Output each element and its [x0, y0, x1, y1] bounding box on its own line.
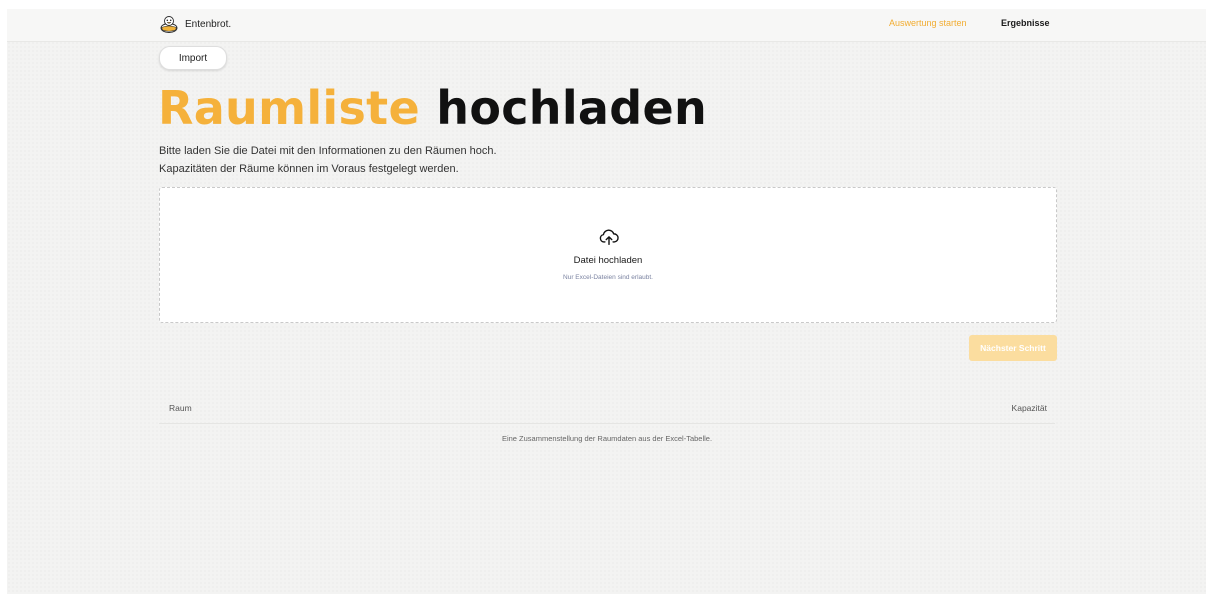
room-table: Raum Kapazität Eine Zusammenstellung der…: [159, 397, 1055, 443]
description-line: Bitte laden Sie die Datei mit den Inform…: [159, 145, 497, 157]
description-line: Kapazitäten der Räume können im Voraus f…: [159, 163, 459, 175]
navbar: Entenbrot. Auswertung starten Ergebnisse: [7, 9, 1206, 42]
cloud-upload-icon: [599, 229, 619, 246]
table-caption: Eine Zusammenstellung der Raumdaten aus …: [501, 434, 713, 443]
page-description: Bitte laden Sie die Datei mit den Inform…: [159, 142, 497, 178]
column-header-kapazitaet: Kapazität: [1011, 403, 1047, 413]
app-window: Entenbrot. Auswertung starten Ergebnisse…: [7, 9, 1206, 594]
nav-auswertung-starten[interactable]: Auswertung starten: [889, 18, 967, 28]
brand-name: Entenbrot.: [185, 18, 232, 30]
import-tab-button[interactable]: Import: [159, 46, 227, 70]
column-header-raum: Raum: [169, 403, 192, 413]
page-title: Raumliste hochladen: [158, 81, 707, 135]
dropzone-hint: Nur Excel-Dateien sind erlaubt.: [563, 274, 653, 281]
table-header: Raum Kapazität: [159, 397, 1055, 424]
next-step-button[interactable]: Nächster Schritt: [969, 335, 1057, 361]
brand[interactable]: Entenbrot.: [159, 14, 231, 34]
page-title-accent: Raumliste: [158, 81, 420, 135]
nav-ergebnisse[interactable]: Ergebnisse: [1001, 18, 1050, 28]
file-dropzone[interactable]: Datei hochladen Nur Excel-Dateien sind e…: [159, 187, 1057, 323]
duck-logo-icon: [160, 16, 178, 33]
dropzone-title: Datei hochladen: [573, 255, 643, 266]
page-title-rest: hochladen: [436, 81, 708, 135]
